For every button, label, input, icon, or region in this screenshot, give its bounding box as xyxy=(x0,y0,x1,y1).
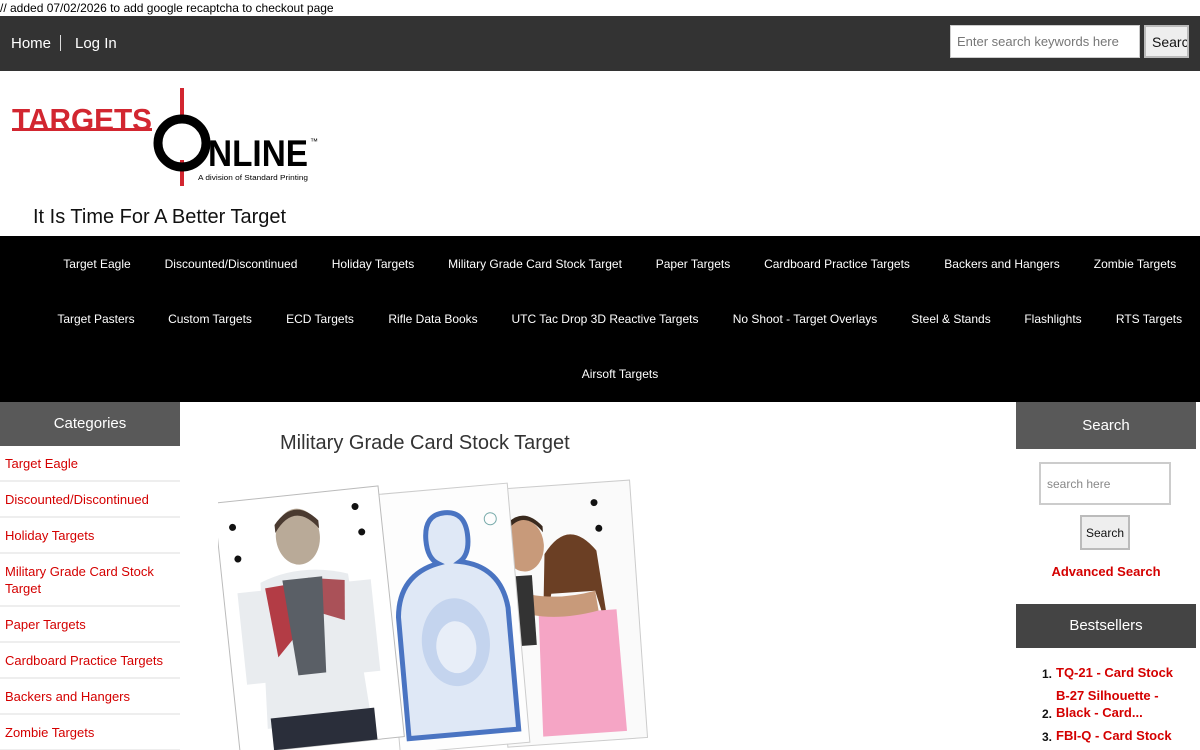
sidebar-search-button[interactable]: Search xyxy=(1080,515,1130,550)
top-divider xyxy=(60,35,61,51)
header-search-input[interactable] xyxy=(950,25,1140,58)
category-backers-hangers[interactable]: Backers and Hangers xyxy=(0,679,180,715)
nav-backers-hangers[interactable]: Backers and Hangers xyxy=(944,256,1059,272)
category-discounted[interactable]: Discounted/Discontinued xyxy=(0,482,180,518)
header-search-button[interactable]: Search xyxy=(1144,25,1189,58)
top-bar: Home Log In Search xyxy=(0,16,1200,71)
category-military-grade[interactable]: Military Grade Card Stock Target xyxy=(0,554,180,607)
nav-discounted[interactable]: Discounted/Discontinued xyxy=(165,256,298,272)
logo-word-targets: TARGETS xyxy=(12,102,152,137)
category-paper-targets[interactable]: Paper Targets xyxy=(0,607,180,643)
bestseller-number: 1. xyxy=(1042,667,1053,681)
page-title: Military Grade Card Stock Target xyxy=(280,432,570,454)
dev-note-text: // added 07/02/2026 to add google recapt… xyxy=(0,1,334,15)
bestseller-item: 2. B-27 Silhouette - Black - Card... xyxy=(1040,687,1196,721)
product-image[interactable] xyxy=(218,472,648,750)
nav-custom-targets[interactable]: Custom Targets xyxy=(168,311,252,327)
bestseller-link[interactable]: FBI-Q - Card Stock xyxy=(1056,727,1196,744)
logo-crosshair-top xyxy=(180,88,184,116)
nav-zombie-targets[interactable]: Zombie Targets xyxy=(1094,256,1176,272)
logo-trademark: ™ xyxy=(310,137,318,146)
login-link[interactable]: Log In xyxy=(75,16,117,71)
bestsellers-list: 1. TQ-21 - Card Stock 2. B-27 Silhouette… xyxy=(1040,664,1196,750)
nav-airsoft-targets[interactable]: Airsoft Targets xyxy=(582,366,658,382)
bestseller-link[interactable]: B-27 Silhouette - Black - Card... xyxy=(1056,687,1196,721)
bestseller-link[interactable]: TQ-21 - Card Stock xyxy=(1056,664,1196,681)
category-holiday-targets[interactable]: Holiday Targets xyxy=(0,518,180,554)
home-link[interactable]: Home xyxy=(11,16,51,71)
logo-o-ring xyxy=(153,114,211,172)
zombie-target-card xyxy=(218,485,405,750)
bestseller-number: 2. xyxy=(1042,707,1053,721)
nav-military-grade[interactable]: Military Grade Card Stock Target xyxy=(448,256,622,272)
main-content: Military Grade Card Stock Target xyxy=(180,402,1016,750)
search-box-header: Search xyxy=(1016,402,1196,449)
sidebar-search-input[interactable] xyxy=(1039,462,1171,505)
nav-target-pasters[interactable]: Target Pasters xyxy=(57,311,134,327)
category-zombie-targets[interactable]: Zombie Targets xyxy=(0,715,180,750)
category-cardboard-practice[interactable]: Cardboard Practice Targets xyxy=(0,643,180,679)
main-navigation: Target Eagle Discounted/Discontinued Hol… xyxy=(0,236,1200,402)
logo-word-nline: NLINE xyxy=(208,133,308,174)
nav-target-eagle[interactable]: Target Eagle xyxy=(63,256,130,272)
category-target-eagle[interactable]: Target Eagle xyxy=(0,446,180,482)
nav-no-shoot-overlays[interactable]: No Shoot - Target Overlays xyxy=(733,311,878,327)
nav-flashlights[interactable]: Flashlights xyxy=(1024,311,1081,327)
bestsellers-header: Bestsellers xyxy=(1016,604,1196,648)
bestseller-number: 3. xyxy=(1042,730,1053,744)
categories-sidebar: Categories Target Eagle Discounted/Disco… xyxy=(0,402,180,750)
nav-holiday-targets[interactable]: Holiday Targets xyxy=(332,256,415,272)
nav-rts-targets[interactable]: RTS Targets xyxy=(1116,311,1182,327)
targets-online-logo[interactable]: TARGETS NLINE ™ A division of Standard P… xyxy=(10,88,320,188)
nav-steel-stands[interactable]: Steel & Stands xyxy=(911,311,990,327)
nav-cardboard-practice[interactable]: Cardboard Practice Targets xyxy=(764,256,910,272)
bestseller-item: 3. FBI-Q - Card Stock xyxy=(1040,727,1196,744)
nav-ecd-targets[interactable]: ECD Targets xyxy=(286,311,354,327)
advanced-search-link[interactable]: Advanced Search xyxy=(1016,564,1196,579)
site-tagline: It Is Time For A Better Target xyxy=(33,206,287,228)
bestseller-item: 1. TQ-21 - Card Stock xyxy=(1040,664,1196,681)
nav-paper-targets[interactable]: Paper Targets xyxy=(656,256,731,272)
nav-rifle-data-books[interactable]: Rifle Data Books xyxy=(388,311,477,327)
categories-header: Categories xyxy=(0,402,180,446)
right-sidebar: Search Search Advanced Search Bestseller… xyxy=(1016,402,1196,750)
logo-subtitle: A division of Standard Printing xyxy=(198,175,308,182)
nav-utc-tac-drop[interactable]: UTC Tac Drop 3D Reactive Targets xyxy=(512,311,699,327)
